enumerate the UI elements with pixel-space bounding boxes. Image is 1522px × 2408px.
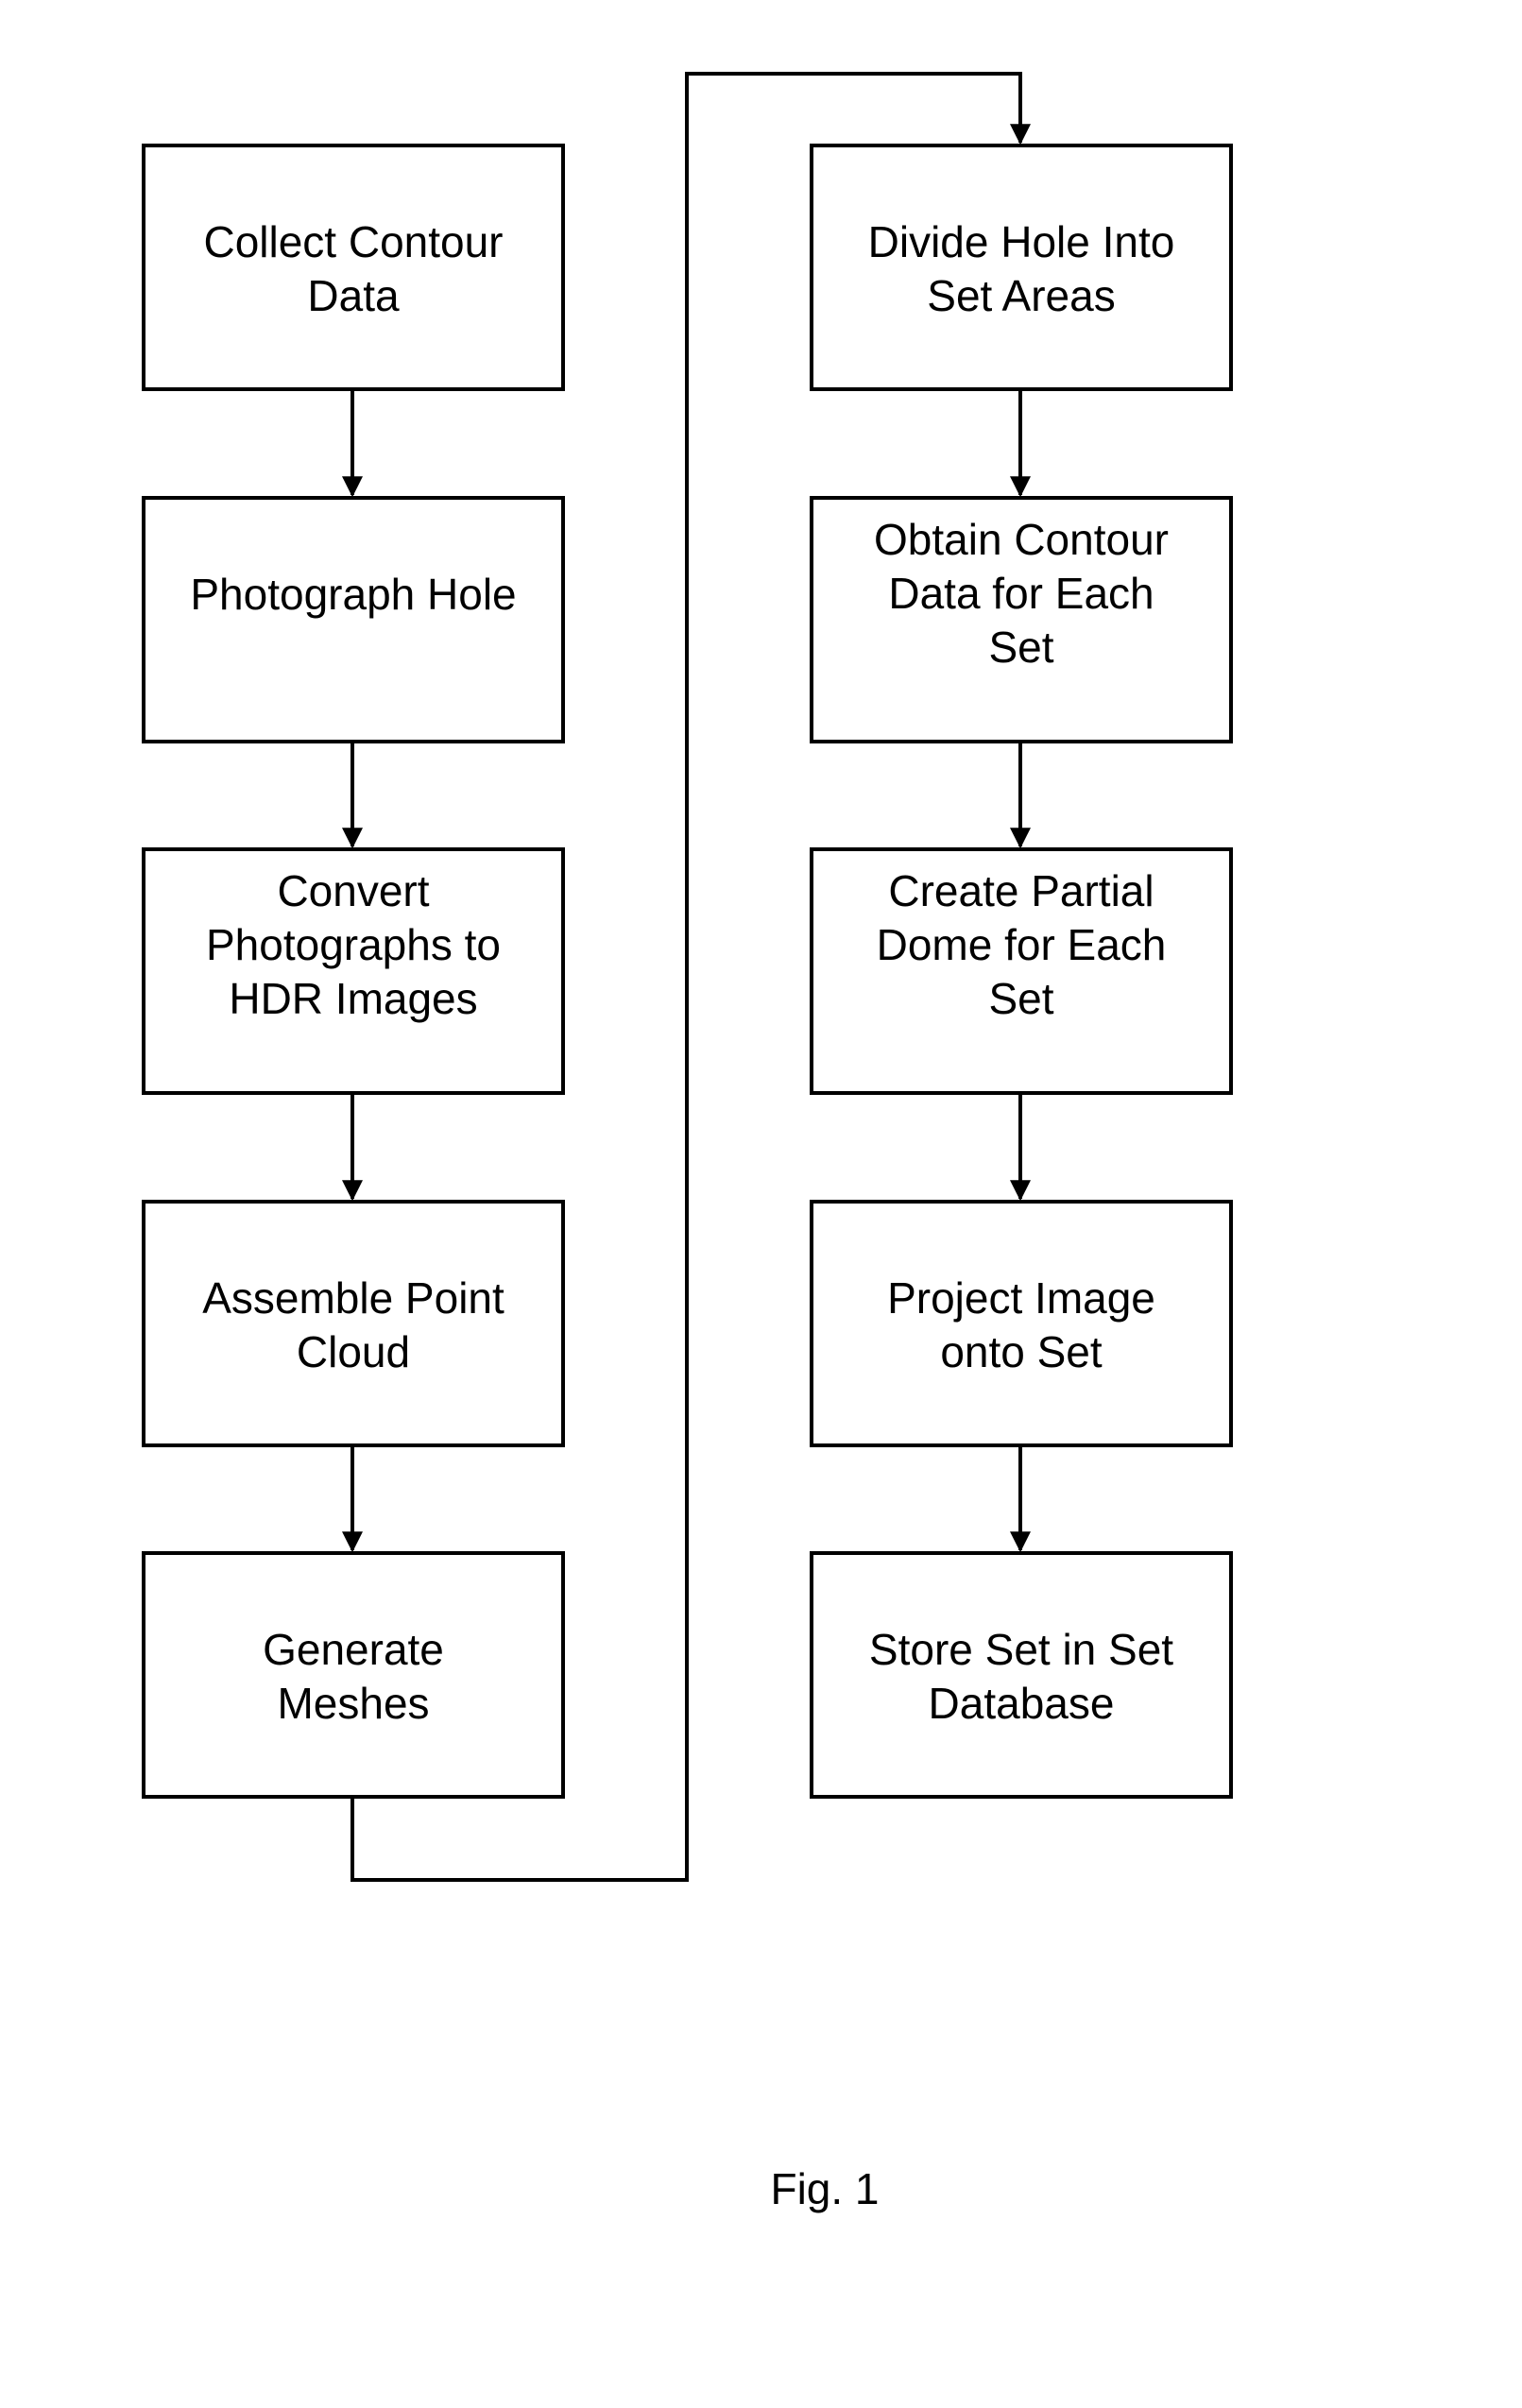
step-label: Generate Meshes <box>263 1625 444 1728</box>
step-assemble-point-cloud: Assemble Point Cloud <box>142 1200 565 1447</box>
step-collect-contour-data: Collect Contour Data <box>142 144 565 391</box>
step-label: Divide Hole Into Set Areas <box>867 217 1175 320</box>
step-label: Obtain Contour Data for Each Set <box>874 515 1169 672</box>
step-label: Collect Contour Data <box>203 217 504 320</box>
step-project-image: Project Image onto Set <box>810 1200 1233 1447</box>
step-label: Create Partial Dome for Each Set <box>876 866 1167 1023</box>
figure-caption: Fig. 1 <box>770 2164 880 2213</box>
step-photograph-hole: Photograph Hole <box>142 496 565 743</box>
step-label: Convert Photographs to HDR Images <box>205 866 501 1023</box>
step-divide-hole: Divide Hole Into Set Areas <box>810 144 1233 391</box>
step-label: Photograph Hole <box>190 570 517 619</box>
step-obtain-contour-data: Obtain Contour Data for Each Set <box>810 496 1233 743</box>
step-label: Assemble Point Cloud <box>202 1273 504 1376</box>
step-label: Store Set in Set Database <box>868 1625 1174 1728</box>
step-label: Project Image onto Set <box>887 1273 1155 1376</box>
step-generate-meshes: Generate Meshes <box>142 1551 565 1799</box>
step-convert-to-hdr: Convert Photographs to HDR Images <box>142 847 565 1095</box>
step-create-partial-dome: Create Partial Dome for Each Set <box>810 847 1233 1095</box>
step-store-set: Store Set in Set Database <box>810 1551 1233 1799</box>
